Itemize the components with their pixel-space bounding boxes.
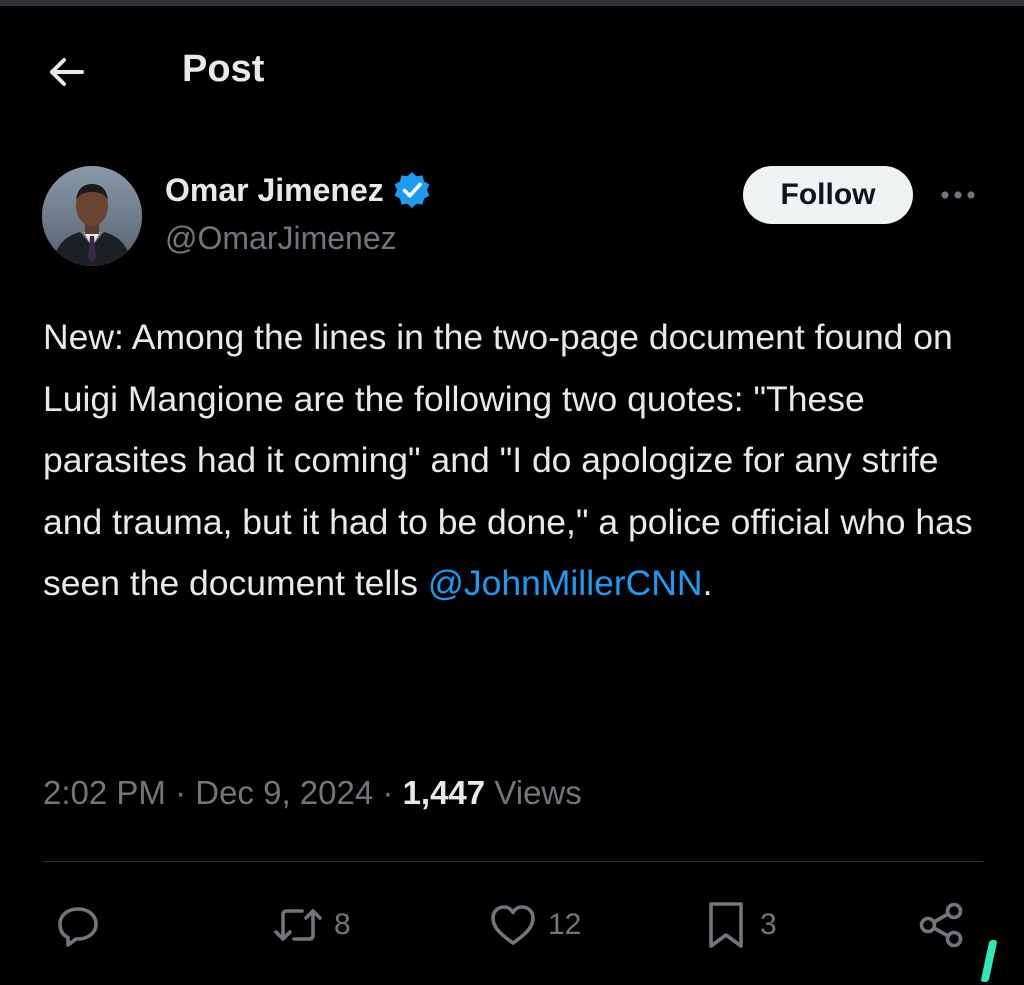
tweet-body: New: Among the lines in the two-page doc… bbox=[43, 317, 973, 603]
avatar[interactable] bbox=[42, 166, 142, 266]
action-bar: 8 12 3 bbox=[0, 890, 1024, 960]
more-dots-icon bbox=[941, 191, 975, 199]
tweet-trailing: . bbox=[702, 563, 713, 603]
bookmark-button[interactable]: 3 bbox=[702, 890, 777, 960]
follow-button[interactable]: Follow bbox=[743, 166, 913, 224]
avatar-image bbox=[42, 166, 142, 266]
share-button[interactable] bbox=[916, 890, 968, 960]
author-handle[interactable]: @OmarJimenez bbox=[165, 220, 397, 257]
like-button[interactable]: 12 bbox=[488, 890, 581, 960]
like-count: 12 bbox=[548, 908, 582, 941]
reply-button[interactable] bbox=[54, 890, 102, 960]
meta-separator: · bbox=[175, 774, 187, 811]
more-options-button[interactable] bbox=[937, 180, 979, 210]
page-title: Post bbox=[182, 48, 265, 90]
tweet-date[interactable]: Dec 9, 2024 bbox=[195, 774, 373, 811]
repost-count: 8 bbox=[334, 908, 351, 941]
tweet-meta: 2:02 PM · Dec 9, 2024 · 1,447 Views bbox=[43, 774, 582, 812]
views-count: 1,447 bbox=[402, 774, 486, 811]
share-icon bbox=[919, 902, 963, 948]
meta-separator-2: · bbox=[382, 774, 394, 811]
back-button[interactable] bbox=[44, 50, 88, 94]
back-arrow-icon bbox=[50, 58, 84, 86]
mention-link[interactable]: @JohnMillerCNN bbox=[428, 563, 703, 603]
author-name-row[interactable]: Omar Jimenez bbox=[165, 170, 432, 210]
verified-badge-icon bbox=[394, 172, 430, 208]
tweet-time[interactable]: 2:02 PM bbox=[43, 774, 166, 811]
reply-icon bbox=[58, 907, 98, 947]
bookmark-icon bbox=[709, 902, 743, 948]
top-bar: Post bbox=[0, 40, 1024, 100]
views-label: Views bbox=[494, 774, 582, 811]
repost-button[interactable]: 8 bbox=[272, 890, 351, 960]
tweet-text: New: Among the lines in the two-page doc… bbox=[43, 307, 993, 615]
status-strip bbox=[0, 0, 1024, 6]
divider bbox=[43, 861, 983, 862]
repost-icon bbox=[274, 909, 322, 941]
author-name[interactable]: Omar Jimenez bbox=[165, 172, 384, 209]
bookmark-count: 3 bbox=[760, 908, 777, 941]
heart-icon bbox=[491, 905, 535, 945]
